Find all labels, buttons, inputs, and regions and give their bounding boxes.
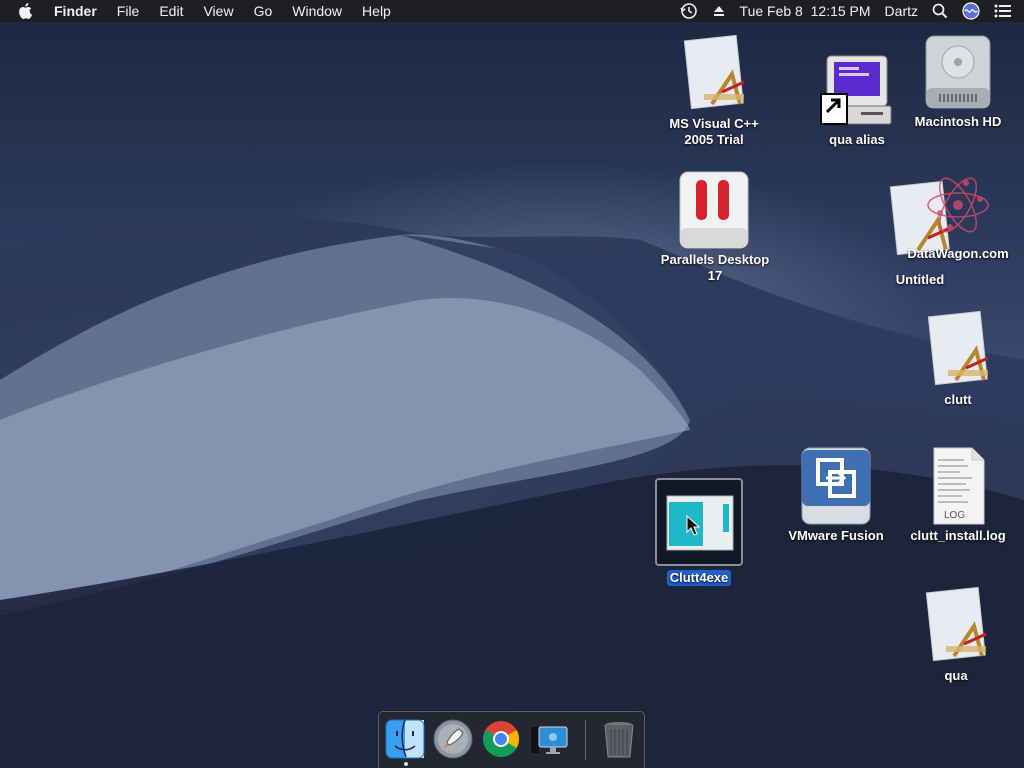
menu-app-finder[interactable]: Finder: [54, 3, 97, 19]
trash-icon[interactable]: [599, 719, 639, 759]
menu-view[interactable]: View: [203, 3, 233, 19]
eject-icon[interactable]: [712, 4, 726, 18]
desktop-icon-label: Parallels Desktop 17: [660, 252, 770, 283]
menu-extras: Tue Feb 8 12:15 PM Dartz: [666, 0, 1012, 22]
menu-window[interactable]: Window: [292, 3, 342, 19]
desktop-icon-vmware[interactable]: VMware Fusion: [776, 446, 896, 545]
dock-separator: [585, 720, 586, 760]
menu-go[interactable]: Go: [254, 3, 273, 19]
menubar-clock[interactable]: Tue Feb 8 12:15 PM: [740, 3, 871, 19]
siri-icon[interactable]: [962, 2, 980, 20]
desktop-icon-datawagon[interactable]: DataWagon.com: [898, 165, 1018, 263]
desktop-icon-label: clutt: [944, 392, 972, 407]
running-indicator: [404, 762, 408, 766]
notification-center-icon[interactable]: [994, 4, 1012, 18]
desktop-icon-label: MS Visual C++ 2005 Trial: [669, 116, 759, 147]
desktop-icon-label: qua: [944, 668, 968, 683]
menu-help[interactable]: Help: [362, 3, 391, 19]
menu-edit[interactable]: Edit: [159, 3, 183, 19]
desktop-icon-label: Clutt4exe: [666, 570, 732, 586]
finder-icon[interactable]: [385, 719, 425, 759]
parallels-drive-icon: [674, 170, 754, 250]
desktop-icon-label: qua alias: [829, 132, 885, 147]
desktop-icon-clutt[interactable]: clutt: [898, 310, 1018, 409]
atom-logo-icon: [918, 165, 998, 245]
desktop-icon-label: VMware Fusion: [788, 528, 884, 543]
desktop-icon-label: DataWagon.com: [907, 246, 1009, 261]
retro-computer-icon: [817, 50, 897, 130]
chrome-icon[interactable]: [481, 719, 521, 759]
log-file-icon: LOG: [918, 446, 998, 526]
launchpad-icon[interactable]: [433, 719, 473, 759]
desktop-icon-clutt4exe[interactable]: Clutt4exe: [639, 478, 759, 587]
menubar-user[interactable]: Dartz: [885, 3, 918, 19]
desktop-icon-label: Untitled: [895, 272, 945, 287]
desktop-icon-label: clutt_install.log: [910, 528, 1006, 543]
hard-drive-icon: [918, 32, 998, 112]
screen-sharing-icon[interactable]: [529, 719, 569, 759]
desktop-icon-clutt-log[interactable]: LOG clutt_install.log: [898, 446, 1018, 545]
log-badge: LOG: [944, 510, 966, 521]
time-machine-icon[interactable]: [679, 2, 698, 20]
document-app-icon: [674, 34, 754, 114]
desktop-icon-macintosh-hd[interactable]: Macintosh HD: [898, 32, 1018, 131]
desktop-icon-label: Macintosh HD: [914, 114, 1002, 129]
desktop-icon-ms-visual[interactable]: MS Visual C++ 2005 Trial: [654, 34, 774, 149]
desktop-icon-qua[interactable]: qua: [896, 586, 1016, 685]
apple-menu-icon[interactable]: [18, 0, 36, 22]
menu-file[interactable]: File: [117, 3, 140, 19]
document-app-icon: [918, 310, 998, 390]
dock: [378, 711, 645, 768]
app-window-icon: [655, 478, 743, 566]
spotlight-search-icon[interactable]: [932, 3, 948, 19]
menu-bar: Finder File Edit View Go Window Help Tue…: [0, 0, 1024, 22]
document-app-icon: [916, 586, 996, 666]
vmware-drive-icon: [796, 446, 876, 526]
desktop-icon-parallels[interactable]: Parallels Desktop 17: [654, 170, 774, 285]
